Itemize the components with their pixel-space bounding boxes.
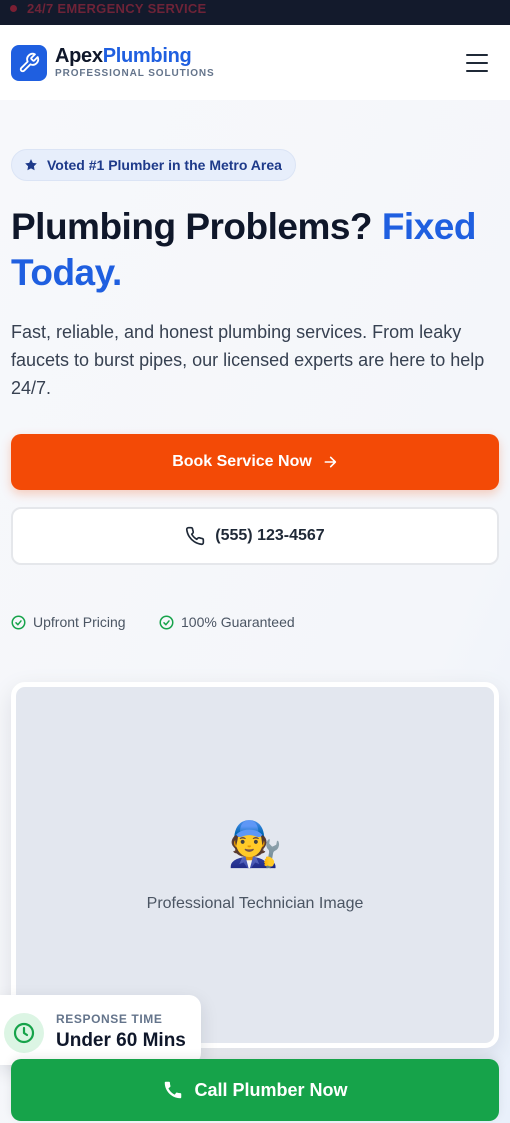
hero-title: Plumbing Problems? Fixed Today.	[11, 204, 501, 296]
check-circle-icon	[11, 615, 26, 629]
trust-item-guarantee: 100% Guaranteed	[159, 614, 295, 630]
hamburger-menu-icon[interactable]	[460, 49, 494, 77]
rating-badge: Voted #1 Plumber in the Metro Area	[11, 149, 296, 181]
brand-part2: Plumbing	[102, 45, 192, 67]
call-plumber-button[interactable]: Call Plumber Now	[11, 1059, 499, 1121]
emergency-text: 24/7 EMERGENCY SERVICE	[27, 1, 207, 16]
trust-item-pricing: Upfront Pricing	[11, 614, 126, 630]
wrench-icon[interactable]	[11, 45, 47, 81]
site-header: ApexPlumbing PROFESSIONAL SOLUTIONS	[0, 25, 510, 100]
star-icon	[25, 159, 37, 171]
response-label: RESPONSE TIME	[56, 1012, 163, 1026]
phone-number: (555) 123-4567	[215, 527, 325, 544]
brand-tagline: PROFESSIONAL SOLUTIONS	[55, 68, 215, 79]
response-time-card: RESPONSE TIME Under 60 Mins	[0, 995, 201, 1065]
technician-icon: 🧑‍🔧	[227, 820, 283, 869]
phone-icon	[186, 526, 205, 546]
book-service-label: Book Service Now	[172, 453, 312, 470]
trust-label: Upfront Pricing	[33, 614, 126, 630]
trust-label: 100% Guaranteed	[181, 614, 295, 630]
phone-button[interactable]: (555) 123-4567	[11, 507, 499, 565]
check-circle-icon	[159, 615, 174, 629]
badge-label: Voted #1 Plumber in the Metro Area	[47, 157, 282, 173]
image-caption: Professional Technician Image	[146, 895, 364, 912]
emergency-topbar: 24/7 EMERGENCY SERVICE	[0, 0, 510, 25]
book-service-button[interactable]: Book Service Now	[11, 434, 499, 490]
arrow-right-icon	[324, 456, 336, 468]
clock-icon	[4, 1013, 44, 1053]
hero-lead: Fast, reliable, and honest plumbing serv…	[11, 322, 485, 398]
brand-part1: Apex	[55, 45, 103, 67]
phone-icon	[165, 1081, 182, 1099]
call-plumber-label: Call Plumber Now	[194, 1079, 348, 1100]
technician-image-card: 🧑‍🔧 Professional Technician Image	[11, 682, 499, 1048]
brand-name[interactable]: ApexPlumbing	[55, 44, 192, 68]
response-value: Under 60 Mins	[56, 1030, 186, 1051]
alert-dot-icon	[10, 5, 17, 12]
hero-title-part1: Plumbing Problems?	[11, 206, 373, 247]
